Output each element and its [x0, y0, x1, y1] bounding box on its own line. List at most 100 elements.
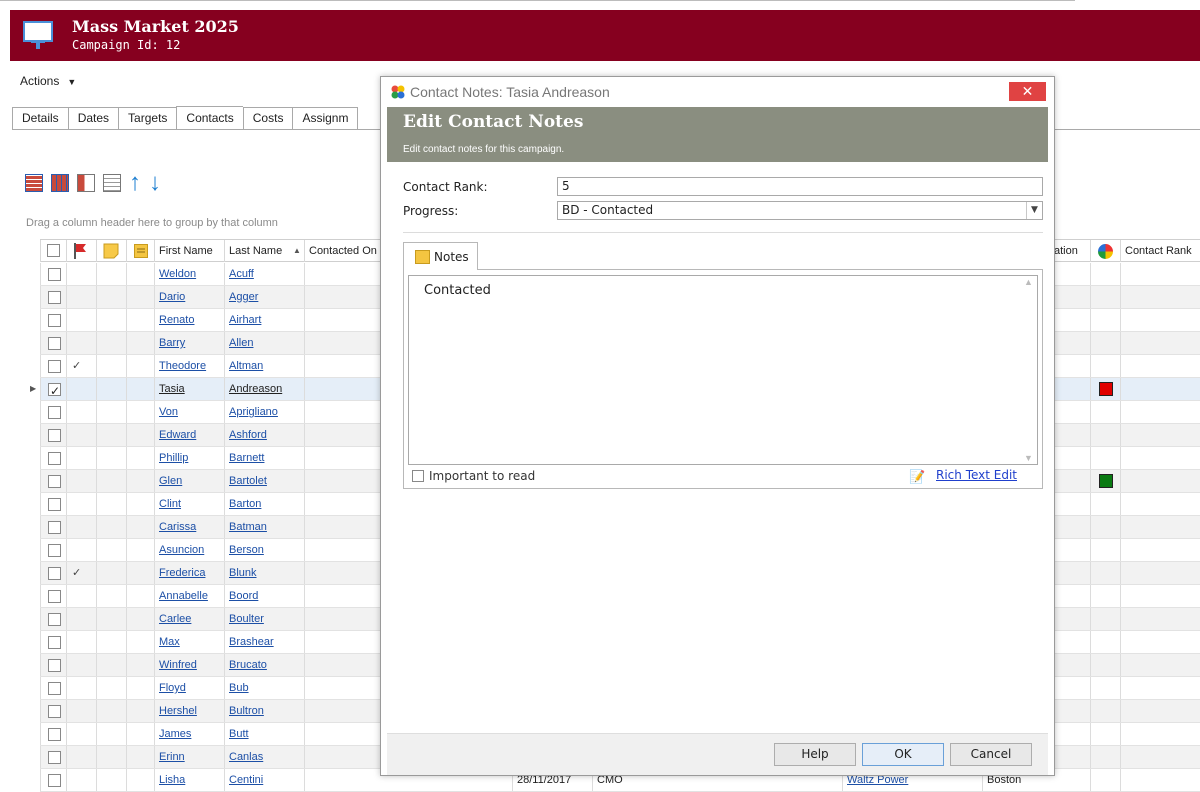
- first-name-cell[interactable]: Phillip: [154, 447, 224, 469]
- row-checkbox[interactable]: [48, 406, 61, 419]
- color-cell[interactable]: [1090, 378, 1120, 400]
- memo-column[interactable]: [126, 240, 156, 262]
- last-name-link[interactable]: Bartolet: [229, 475, 267, 487]
- row-checkbox[interactable]: [48, 774, 61, 787]
- select-all-checkbox[interactable]: [47, 244, 60, 257]
- row-checkbox[interactable]: [48, 475, 61, 488]
- scroll-up-icon[interactable]: ▲: [1021, 277, 1036, 287]
- note-cell[interactable]: [96, 608, 126, 630]
- flag-cell[interactable]: [66, 332, 96, 354]
- last-name-link[interactable]: Acuff: [229, 268, 254, 280]
- note-cell[interactable]: [96, 470, 126, 492]
- first-name-cell[interactable]: Winfred: [154, 654, 224, 676]
- contacted-on-cell[interactable]: [304, 424, 384, 446]
- flag-cell[interactable]: [66, 447, 96, 469]
- flag-cell[interactable]: [66, 516, 96, 538]
- note-cell[interactable]: [96, 654, 126, 676]
- last-name-cell[interactable]: Berson: [224, 539, 304, 561]
- rich-text-edit-link[interactable]: Rich Text Edit: [936, 468, 1017, 482]
- note-cell[interactable]: [96, 355, 126, 377]
- first-name-link[interactable]: Weldon: [159, 268, 196, 280]
- contact-rank-cell[interactable]: [1120, 723, 1200, 745]
- first-name-header[interactable]: First Name: [154, 240, 224, 262]
- contact-rank-cell[interactable]: [1120, 401, 1200, 423]
- last-name-cell[interactable]: Blunk: [224, 562, 304, 584]
- contacted-on-cell[interactable]: [304, 746, 384, 768]
- contact-rank-cell[interactable]: [1120, 355, 1200, 377]
- first-name-cell[interactable]: Frederica: [154, 562, 224, 584]
- row-select-cell[interactable]: [40, 424, 66, 446]
- first-name-link[interactable]: Renato: [159, 314, 194, 326]
- note-cell[interactable]: [96, 424, 126, 446]
- arrow-up-icon[interactable]: ↑: [129, 171, 141, 195]
- first-name-cell[interactable]: Weldon: [154, 263, 224, 285]
- contacted-on-cell[interactable]: [304, 654, 384, 676]
- memo-cell[interactable]: [126, 401, 154, 423]
- first-name-cell[interactable]: Barry: [154, 332, 224, 354]
- row-select-cell[interactable]: [40, 585, 66, 607]
- color-cell[interactable]: [1090, 309, 1120, 331]
- flag-column[interactable]: [66, 240, 96, 262]
- contact-rank-cell[interactable]: [1120, 631, 1200, 653]
- first-name-link[interactable]: Frederica: [159, 567, 205, 579]
- contacted-on-cell[interactable]: [304, 332, 384, 354]
- contacted-on-cell[interactable]: [304, 309, 384, 331]
- last-name-link[interactable]: Ashford: [229, 429, 267, 441]
- cancel-button[interactable]: Cancel: [950, 743, 1032, 766]
- contacted-on-cell[interactable]: [304, 723, 384, 745]
- first-name-link[interactable]: Erinn: [159, 751, 185, 763]
- color-cell[interactable]: [1090, 516, 1120, 538]
- last-name-cell[interactable]: Barnett: [224, 447, 304, 469]
- note-cell[interactable]: [96, 263, 126, 285]
- row-checkbox[interactable]: [48, 636, 61, 649]
- row-checkbox[interactable]: [48, 567, 61, 580]
- last-name-link[interactable]: Boord: [229, 590, 258, 602]
- contact-rank-cell[interactable]: [1120, 424, 1200, 446]
- contacted-on-cell[interactable]: [304, 539, 384, 561]
- flag-cell[interactable]: [66, 677, 96, 699]
- flag-cell[interactable]: [66, 401, 96, 423]
- color-cell[interactable]: [1090, 424, 1120, 446]
- last-name-link[interactable]: Bultron: [229, 705, 264, 717]
- first-name-cell[interactable]: Carlee: [154, 608, 224, 630]
- flag-cell[interactable]: [66, 746, 96, 768]
- memo-cell[interactable]: [126, 332, 154, 354]
- last-name-link[interactable]: Andreason: [229, 383, 282, 395]
- card-view-icon[interactable]: [77, 174, 95, 192]
- last-name-link[interactable]: Batman: [229, 521, 267, 533]
- flag-cell[interactable]: [66, 700, 96, 722]
- row-select-cell[interactable]: [40, 332, 66, 354]
- last-name-link[interactable]: Aprigliano: [229, 406, 278, 418]
- row-select-cell[interactable]: [40, 562, 66, 584]
- first-name-cell[interactable]: Hershel: [154, 700, 224, 722]
- note-cell[interactable]: [96, 631, 126, 653]
- flag-cell[interactable]: ✓: [66, 562, 96, 584]
- first-name-cell[interactable]: Floyd: [154, 677, 224, 699]
- flag-cell[interactable]: [66, 539, 96, 561]
- row-select-cell[interactable]: [40, 493, 66, 515]
- first-name-link[interactable]: Theodore: [159, 360, 206, 372]
- tab-assignments[interactable]: Assignm: [292, 107, 359, 130]
- contact-rank-cell[interactable]: [1120, 654, 1200, 676]
- note-cell[interactable]: [96, 332, 126, 354]
- progress-select[interactable]: BD - Contacted ▼: [557, 201, 1043, 220]
- row-checkbox[interactable]: [48, 544, 61, 557]
- row-select-cell[interactable]: [40, 263, 66, 285]
- last-name-cell[interactable]: Batman: [224, 516, 304, 538]
- last-name-cell[interactable]: Bub: [224, 677, 304, 699]
- row-select-cell[interactable]: [40, 539, 66, 561]
- last-name-cell[interactable]: Brashear: [224, 631, 304, 653]
- memo-cell[interactable]: [126, 769, 154, 791]
- row-select-cell[interactable]: [40, 401, 66, 423]
- first-name-link[interactable]: Glen: [159, 475, 182, 487]
- note-cell[interactable]: [96, 286, 126, 308]
- row-checkbox[interactable]: [48, 498, 61, 511]
- memo-cell[interactable]: [126, 263, 154, 285]
- contact-rank-cell[interactable]: [1120, 585, 1200, 607]
- contact-rank-cell[interactable]: [1120, 447, 1200, 469]
- note-cell[interactable]: [96, 746, 126, 768]
- last-name-link[interactable]: Canlas: [229, 751, 263, 763]
- contact-rank-cell[interactable]: [1120, 769, 1200, 791]
- row-select-cell[interactable]: [40, 447, 66, 469]
- contact-rank-cell[interactable]: [1120, 263, 1200, 285]
